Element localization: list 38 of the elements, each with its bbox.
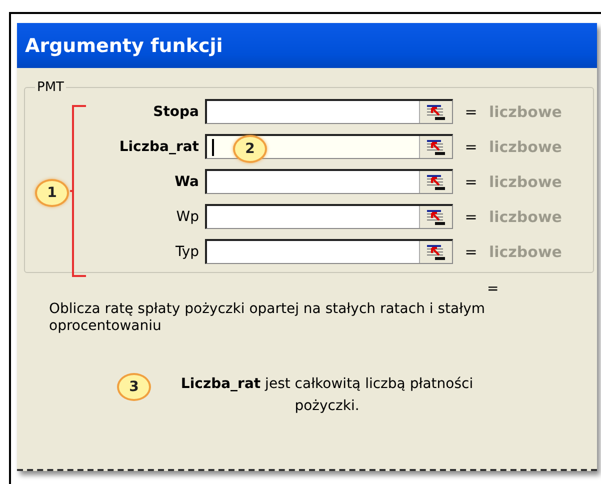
callout-number: 1 (35, 179, 69, 207)
equals-sign: = (464, 138, 478, 156)
argument-label: Wp (175, 208, 199, 224)
argument-field[interactable] (205, 239, 453, 264)
argument-result: liczbowe (489, 138, 563, 156)
text-cursor (212, 138, 214, 156)
cell-picker-icon (426, 244, 446, 260)
cell-picker-icon (426, 139, 446, 155)
collapse-button[interactable] (419, 206, 452, 228)
argument-field[interactable] (205, 204, 453, 229)
equals-sign: = (464, 102, 478, 120)
collapse-button[interactable] (419, 136, 452, 158)
equals-sign: = (464, 208, 478, 226)
collapse-button[interactable] (419, 101, 452, 123)
argument-help: Liczba_rat jest całkowitą liczbą płatności pożyczki. (180, 375, 474, 416)
argument-result: liczbowe (489, 172, 563, 190)
group-label: PMT (36, 80, 65, 95)
callout-number: 3 (117, 373, 151, 401)
argument-label: Liczba_rat (118, 138, 199, 154)
function-description: Oblicza ratę spłaty pożyczki opartej na stałych ratach i stałym oprocentowaniu (49, 301, 486, 335)
argument-result: liczbowe (489, 208, 563, 226)
argument-field[interactable] (205, 99, 453, 124)
argument-result: liczbowe (489, 242, 563, 260)
formula-result: = (487, 281, 499, 297)
argument-result: liczbowe (489, 102, 563, 120)
collapse-button[interactable] (419, 171, 452, 193)
equals-sign: = (464, 242, 478, 260)
callout-number: 2 (233, 135, 267, 163)
argument-label: Stopa (152, 104, 199, 120)
cell-picker-icon (426, 209, 446, 225)
argument-field[interactable] (205, 169, 453, 194)
cell-picker-icon (426, 174, 446, 190)
equals-sign: = (464, 172, 478, 190)
argument-label: Typ (174, 244, 199, 260)
cell-picker-icon (426, 104, 446, 120)
collapse-button[interactable] (419, 241, 452, 263)
window-title: Argumenty funkcji (25, 34, 223, 56)
argument-label: Wa (174, 174, 199, 190)
